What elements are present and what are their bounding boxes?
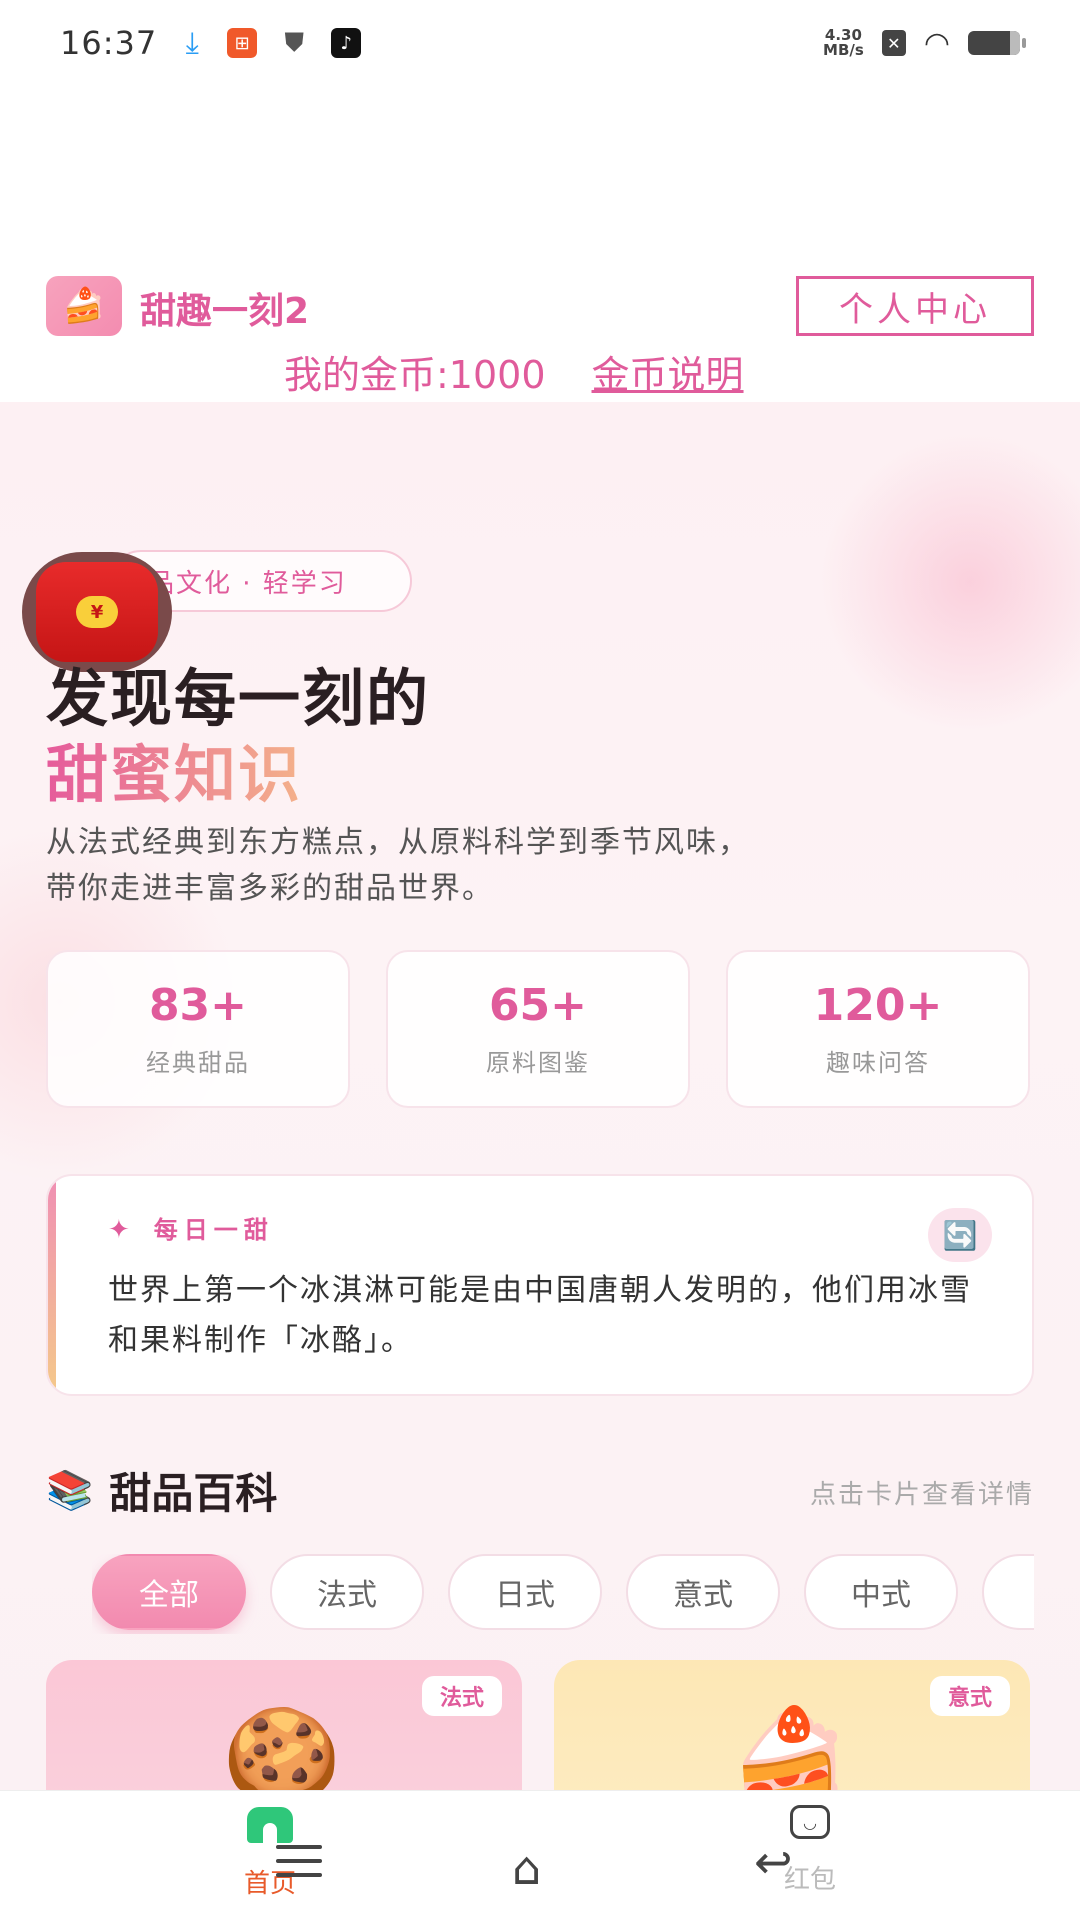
battery-icon	[968, 31, 1026, 55]
stat-label: 趣味问答	[826, 1049, 930, 1077]
coin-balance: 我的金币:1000	[284, 353, 546, 397]
coin-row: 我的金币:1000 金币说明	[284, 344, 744, 399]
stat-value: 83+	[148, 980, 248, 1031]
dessert-card[interactable]: 法式 🍪	[46, 1660, 522, 1790]
section-title: 📚 甜品百科	[46, 1460, 277, 1521]
chip-all[interactable]: 全部	[92, 1554, 246, 1630]
system-menu-button[interactable]	[276, 1845, 322, 1877]
system-home-button[interactable]: ⌂	[512, 1841, 541, 1895]
tiktok-icon: ♪	[331, 28, 362, 58]
app-header: 🍰 甜趣一刻2 个人中心 我的金币:1000 金币说明	[0, 272, 1080, 402]
home-icon	[247, 1807, 293, 1843]
chip-hongkong[interactable]: 港	[982, 1554, 1034, 1630]
stat-card-quiz: 120+ 趣味问答	[726, 950, 1030, 1108]
download-icon: ⤓	[185, 25, 199, 61]
chip-japanese[interactable]: 日式	[448, 1554, 602, 1630]
profile-center-button[interactable]: 个人中心	[796, 276, 1034, 336]
refresh-button[interactable]: 🔄	[928, 1208, 992, 1262]
stat-card-ingredients: 65+ 原料图鉴	[386, 950, 690, 1108]
daily-label-text: 每日一甜	[153, 1216, 274, 1244]
chip-chinese[interactable]: 中式	[804, 1554, 958, 1630]
refresh-icon: 🔄	[942, 1218, 978, 1252]
dessert-card[interactable]: 意式 🍰	[554, 1660, 1030, 1790]
netspeed-unit: MB/s	[823, 41, 864, 59]
bottom-nav: 首页 ◡ 红包 ⌂ ↩	[0, 1790, 1080, 1920]
chip-italian[interactable]: 意式	[626, 1554, 780, 1630]
dessert-cards: 法式 🍪 意式 🍰	[46, 1660, 1030, 1790]
yuan-coin-icon: ¥	[76, 596, 118, 628]
hero-description: 从法式经典到东方糕点，从原料科学到季节风味， 带你走进丰富多彩的甜品世界。	[46, 820, 750, 912]
daily-sweet-label: ✦ 每日一甜	[108, 1210, 274, 1245]
status-bar: 16:37 ⤓ ⊞ ⛊ ♪ 4.30 MB/s ✕ ◠	[0, 0, 1080, 86]
app-icon: ⊞	[227, 28, 258, 58]
hero-desc-line: 带你走进丰富多彩的甜品世界。	[46, 871, 494, 906]
sparkle-icon: ✦	[108, 1215, 136, 1245]
card-tag: 意式	[929, 1676, 1010, 1716]
app-title: 甜趣一刻2	[140, 291, 310, 332]
stat-label: 经典甜品	[146, 1049, 250, 1077]
red-packet-icon: ¥	[36, 562, 158, 662]
decor-glow	[820, 432, 1080, 732]
stat-label: 原料图鉴	[486, 1049, 590, 1077]
daily-sweet-text: 世界上第一个冰淇淋可能是由中国唐朝人发明的，他们用冰雪和果料制作「冰酪」。	[108, 1273, 972, 1358]
books-icon: 📚	[46, 1468, 94, 1512]
stats-row: 83+ 经典甜品 65+ 原料图鉴 120+ 趣味问答	[46, 950, 1030, 1108]
hero-desc-line: 从法式经典到东方糕点，从原料科学到季节风味，	[46, 825, 750, 860]
cake-icon: 🍰	[730, 1702, 850, 1790]
close-box-icon: ✕	[881, 30, 906, 56]
redpacket-tab-icon: ◡	[790, 1805, 830, 1839]
shield-icon: ⛊	[284, 27, 304, 58]
daily-sweet-card: ✦ 每日一甜 🔄 世界上第一个冰淇淋可能是由中国唐朝人发明的，他们用冰雪和果料制作…	[46, 1174, 1034, 1396]
cookie-icon: 🍪	[222, 1702, 342, 1790]
status-time: 16:37	[60, 24, 158, 62]
accent-bar	[48, 1176, 56, 1394]
stat-value: 120+	[813, 980, 943, 1031]
wifi-icon: ◠	[923, 25, 950, 61]
system-back-button[interactable]: ↩	[754, 1835, 793, 1889]
netspeed: 4.30 MB/s	[823, 28, 864, 58]
section-hint: 点击卡片查看详情	[809, 1480, 1034, 1510]
card-tag: 法式	[421, 1676, 502, 1716]
app-logo-icon: 🍰	[46, 276, 122, 336]
stat-card-desserts: 83+ 经典甜品	[46, 950, 350, 1108]
category-chips[interactable]: 全部 法式 日式 意式 中式 港	[92, 1554, 1034, 1634]
main-content[interactable]: 品文化 · 轻学习 ¥ 发现每一刻的 甜蜜知识 从法式经典到东方糕点，从原料科学…	[0, 402, 1080, 1790]
hero-title-highlight: 甜蜜知识	[46, 724, 302, 814]
coin-help-link[interactable]: 金币说明	[592, 344, 744, 399]
stat-value: 65+	[488, 980, 588, 1031]
section-title-text: 甜品百科	[109, 1469, 278, 1518]
chip-french[interactable]: 法式	[270, 1554, 424, 1630]
